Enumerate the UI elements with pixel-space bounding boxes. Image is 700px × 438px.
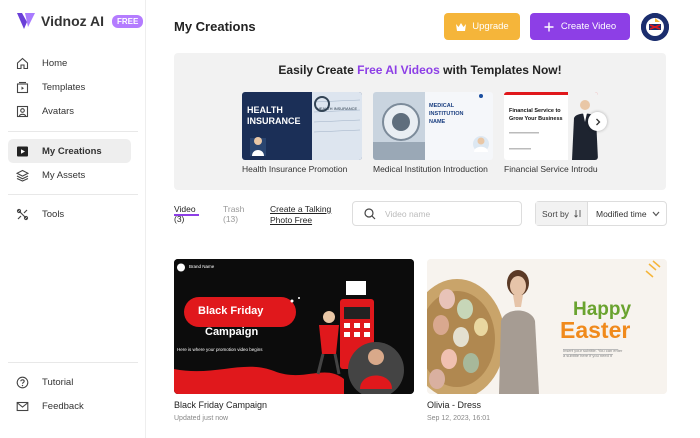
- sidebar-divider: [8, 362, 138, 363]
- template-thumb-text: Financial Service to Grow Your Business: [509, 107, 563, 123]
- video-title[interactable]: Olivia - Dress: [427, 400, 481, 410]
- avatar-image: [641, 13, 669, 41]
- help-icon: [15, 375, 29, 389]
- thumb-subtitle: Insert your subtitle. You can enter a su…: [563, 348, 623, 358]
- video-thumb-art: [427, 259, 667, 394]
- banner-title-highlight[interactable]: Free AI Videos: [357, 63, 440, 77]
- plus-icon: [544, 22, 554, 31]
- template-thumb-medical-institution[interactable]: MEDICAL INSTITUTION NAME: [373, 92, 493, 160]
- sidebar-item-my-creations[interactable]: My Creations: [8, 139, 131, 163]
- sort-dropdown[interactable]: Sort by Modified time: [535, 201, 667, 226]
- templates-banner: Easily Create Free AI Videos with Templa…: [174, 53, 666, 190]
- sort-by-section: Sort by: [536, 202, 588, 225]
- template-thumb-text: MEDICAL INSTITUTION NAME: [429, 102, 464, 126]
- template-thumb-health-insurance[interactable]: HEALTH INSURANCE HEALTH INSURANCE: [242, 92, 362, 160]
- video-date: Updated just now: [174, 415, 229, 422]
- templates-icon: [15, 80, 29, 94]
- upgrade-label: Upgrade: [472, 21, 509, 32]
- sidebar-item-label: Tutorial: [42, 376, 74, 388]
- sort-value: Modified time: [596, 209, 647, 219]
- upgrade-button[interactable]: Upgrade: [444, 13, 520, 40]
- link-line: Create a Talking: [270, 204, 332, 214]
- sidebar-item-label: Templates: [42, 81, 86, 93]
- chevron-down-icon: [652, 211, 660, 217]
- banner-title: Easily Create Free AI Videos with Templa…: [174, 63, 666, 77]
- thumb-line: Grow Your Business: [509, 116, 563, 122]
- video-card-thumbnail[interactable]: Brand Name Black Friday Campaign Here is…: [174, 259, 414, 394]
- page-title: My Creations: [174, 19, 256, 34]
- crown-icon: [456, 22, 467, 31]
- template-caption[interactable]: Financial Service Introduction: [504, 164, 598, 174]
- sidebar-item-label: Avatars: [42, 105, 75, 117]
- thumb-line: INSTITUTION: [429, 111, 464, 117]
- home-icon: [15, 56, 29, 70]
- layers-icon: [15, 168, 29, 182]
- create-video-label: Create Video: [560, 21, 617, 32]
- sidebar-item-my-assets[interactable]: My Assets: [8, 163, 131, 187]
- template-caption[interactable]: Medical Institution Introduction: [373, 164, 495, 174]
- sidebar-divider: [8, 131, 138, 132]
- sidebar-divider: [8, 194, 138, 195]
- thumb-line: Campaign: [205, 326, 259, 338]
- search-input[interactable]: Video name: [352, 201, 522, 226]
- thumb-line: Financial Service to: [509, 108, 561, 114]
- thumb-subtitle: Here is where your promotion video begin…: [177, 347, 263, 352]
- video-title[interactable]: Black Friday Campaign: [174, 400, 267, 410]
- thumb-line: HEALTH: [247, 105, 283, 115]
- sidebar-item-label: Tools: [42, 208, 65, 220]
- template-thumb-art: [504, 92, 598, 160]
- thumb-line: Black Friday: [198, 305, 264, 317]
- search-icon: [364, 207, 376, 219]
- link-line: Photo Free: [270, 215, 313, 225]
- video-date: Sep 12, 2023, 16:01: [427, 415, 491, 422]
- sidebar-item-tools[interactable]: Tools: [8, 202, 131, 226]
- banner-title-prefix: Easily Create: [278, 63, 358, 77]
- sidebar-item-avatars[interactable]: Avatars: [8, 99, 131, 123]
- app-logo[interactable]: Vidnoz AI FREE: [16, 11, 144, 31]
- carousel-next-button[interactable]: [588, 112, 607, 131]
- create-video-button[interactable]: Create Video: [530, 13, 630, 40]
- avatar-icon: [15, 104, 29, 118]
- mail-icon: [15, 399, 29, 413]
- thumb-line: MEDICAL: [429, 103, 455, 109]
- sidebar-item-label: My Creations: [42, 145, 102, 157]
- sidebar-item-tutorial[interactable]: Tutorial: [8, 370, 131, 394]
- tab-trash[interactable]: Trash (13): [223, 204, 244, 224]
- play-icon: [15, 144, 29, 158]
- tab-label: Video: [174, 204, 196, 214]
- search-placeholder: Video name: [385, 208, 431, 219]
- sort-order-icon[interactable]: [574, 209, 582, 218]
- tools-icon: [15, 207, 29, 221]
- sidebar: Vidnoz AI FREE Home Templates Avatars My…: [0, 0, 146, 438]
- tab-active-indicator: [174, 214, 199, 216]
- video-card-thumbnail[interactable]: Happy Easter Insert your subtitle. You c…: [427, 259, 667, 394]
- thumb-line: Easter: [560, 317, 631, 343]
- template-caption[interactable]: Health Insurance Promotion: [242, 164, 362, 174]
- sidebar-item-templates[interactable]: Templates: [8, 75, 131, 99]
- user-avatar[interactable]: [641, 13, 669, 41]
- template-thumb-text: HEALTH INSURANCE: [247, 105, 301, 127]
- tab-count: (13): [223, 214, 239, 224]
- template-thumb-financial-service[interactable]: Financial Service to Grow Your Business: [504, 92, 598, 160]
- banner-title-suffix: with Templates Now!: [439, 63, 562, 77]
- app-name: Vidnoz AI: [41, 13, 104, 29]
- sidebar-item-home[interactable]: Home: [8, 51, 131, 75]
- chevron-right-icon: [595, 118, 600, 125]
- sort-label: Sort by: [542, 208, 569, 219]
- thumb-line: INSURANCE: [247, 116, 301, 126]
- thumb-brand: Brand Name: [189, 264, 215, 269]
- sidebar-item-label: Home: [42, 57, 68, 69]
- app-root: Vidnoz AI FREE Home Templates Avatars My…: [0, 0, 700, 438]
- sidebar-item-label: My Assets: [42, 169, 86, 181]
- thumb-line: NAME: [429, 119, 446, 125]
- thumb-tag: HEALTH INSURANCE: [317, 106, 358, 111]
- free-badge: FREE: [112, 14, 144, 28]
- sidebar-item-feedback[interactable]: Feedback: [8, 394, 131, 418]
- tab-label: Trash: [223, 204, 245, 214]
- sidebar-item-label: Feedback: [42, 400, 84, 412]
- vidnoz-logo-icon: [17, 13, 35, 29]
- create-talking-photo-link[interactable]: Create a Talking Photo Free: [270, 204, 331, 226]
